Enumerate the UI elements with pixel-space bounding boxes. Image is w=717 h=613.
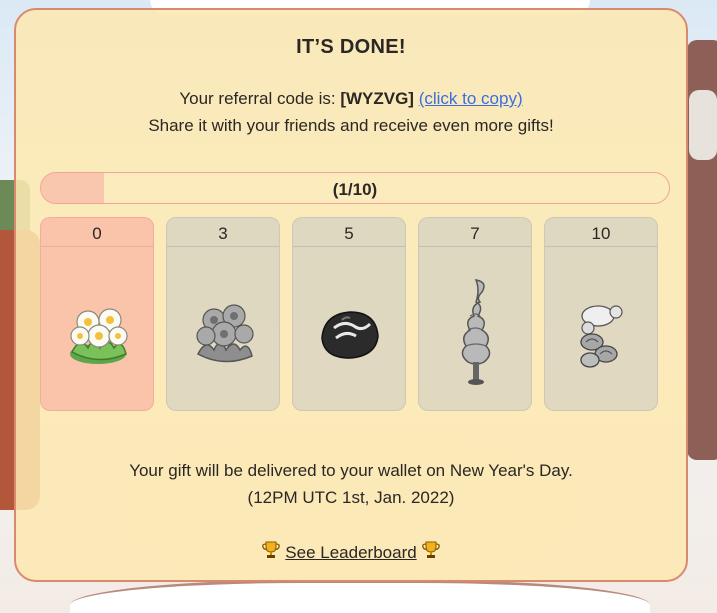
tier-threshold: 7: [470, 224, 480, 243]
reward-tiers: 0 3 5 7 10: [40, 217, 660, 411]
swirl-tree-icon: [461, 279, 491, 385]
referral-prefix: Your referral code is:: [179, 89, 341, 108]
tier-threshold: 5: [344, 224, 354, 243]
delivery-time: (12PM UTC 1st, Jan. 2022): [247, 488, 455, 507]
referral-modal: IT’S DONE! Your referral code is: [WYZVG…: [14, 8, 688, 582]
background-snow-right: [689, 90, 717, 160]
tier-threshold: 10: [591, 224, 611, 243]
tier-threshold: 0: [92, 224, 102, 243]
chocolate-candy-icon: [321, 311, 379, 359]
trophy-icon: [261, 541, 280, 558]
referral-progress-bar: (1/10): [40, 172, 670, 204]
reward-tier-10: 10: [544, 217, 658, 411]
copy-code-link[interactable]: (click to copy): [419, 89, 523, 108]
gray-flowers-icon: [196, 304, 254, 363]
progress-label: (1/10): [332, 180, 378, 199]
background-snow-ground: [70, 580, 650, 613]
leaderboard-link[interactable]: See Leaderboard: [285, 543, 416, 562]
tier-threshold: 3: [218, 224, 228, 243]
tier-divider: [293, 246, 405, 247]
tier-divider: [41, 246, 153, 247]
tier-divider: [167, 246, 279, 247]
modal-title: IT’S DONE!: [296, 36, 406, 58]
referral-code: [WYZVG]: [340, 89, 414, 108]
delivery-message: Your gift will be delivered to your wall…: [129, 461, 573, 480]
leaderboard-row: See Leaderboard: [16, 540, 686, 563]
reward-tier-0: 0: [40, 217, 154, 411]
reward-tier-3: 3: [166, 217, 280, 411]
share-text: Share it with your friends and receive e…: [148, 116, 554, 135]
reward-tier-7: 7: [418, 217, 532, 411]
white-flowers-icon: [70, 308, 128, 364]
tier-divider: [419, 246, 531, 247]
sheep-icon: [580, 305, 623, 368]
tier-divider: [545, 246, 657, 247]
trophy-icon: [422, 541, 441, 558]
reward-tier-5: 5: [292, 217, 406, 411]
referral-code-line: Your referral code is: [WYZVG] (click to…: [16, 89, 686, 109]
